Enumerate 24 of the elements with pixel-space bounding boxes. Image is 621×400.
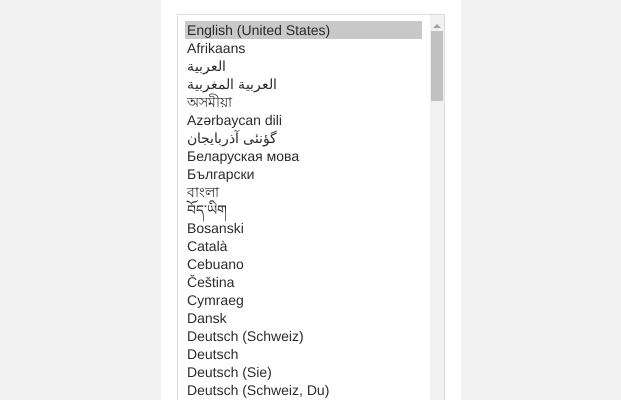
language-option[interactable]: العربية المغربية <box>185 75 422 93</box>
language-option[interactable]: Català <box>185 237 422 255</box>
language-option[interactable]: Cebuano <box>185 255 422 273</box>
language-option[interactable]: Dansk <box>185 309 422 327</box>
language-option[interactable]: العربية <box>185 57 422 75</box>
scrollbar[interactable] <box>430 15 444 400</box>
language-option[interactable]: Deutsch (Schweiz, Du) <box>185 381 422 399</box>
language-option[interactable]: Deutsch <box>185 345 422 363</box>
language-option[interactable]: Čeština <box>185 273 422 291</box>
language-option[interactable]: Afrikaans <box>185 39 422 57</box>
scroll-up-icon[interactable] <box>433 23 441 29</box>
language-option[interactable]: অসমীয়া <box>185 93 422 111</box>
language-option[interactable]: English (United States) <box>185 21 422 39</box>
language-option[interactable]: Беларуская мова <box>185 147 422 165</box>
language-option[interactable]: Български <box>185 165 422 183</box>
language-option[interactable]: Deutsch (Sie) <box>185 363 422 381</box>
language-listbox[interactable] <box>177 14 445 400</box>
language-option[interactable]: Cymraeg <box>185 291 422 309</box>
scrollbar-thumb[interactable] <box>431 31 443 101</box>
language-option[interactable]: Deutsch (Schweiz) <box>185 327 422 345</box>
language-option[interactable]: Azərbaycan dili <box>185 111 422 129</box>
language-option[interactable]: বাংলা <box>185 183 422 201</box>
language-option[interactable]: བོད་ཡིག <box>185 201 422 219</box>
language-option[interactable]: گؤنئی آذربایجان <box>185 129 422 147</box>
